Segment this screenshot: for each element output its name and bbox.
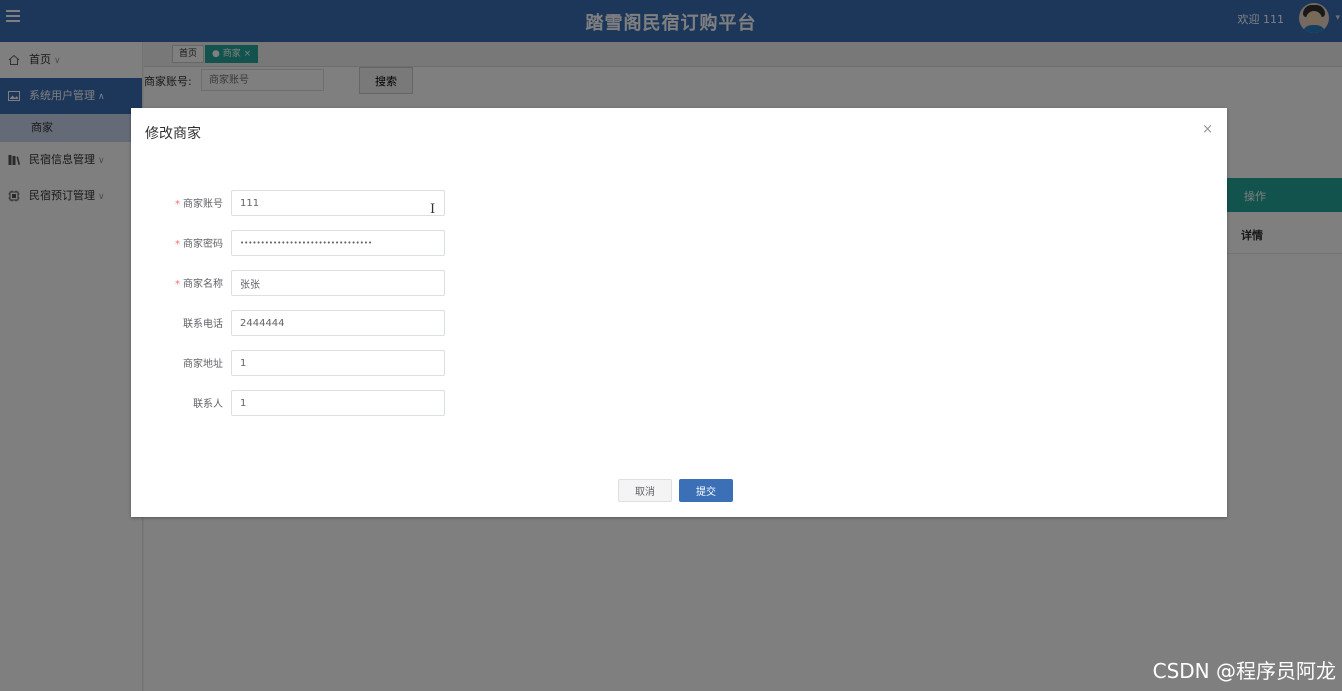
field-label-password: * 商家密码 (175, 239, 223, 250)
contact-phone-input[interactable] (231, 310, 445, 336)
cancel-button[interactable]: 取消 (618, 479, 672, 502)
field-label-account: * 商家账号 (175, 199, 223, 210)
field-label-name: * 商家名称 (175, 279, 223, 290)
merchant-name-input[interactable] (231, 270, 445, 296)
text-cursor-icon: I (430, 202, 436, 217)
merchant-address-input[interactable] (231, 350, 445, 376)
contact-person-input[interactable] (231, 390, 445, 416)
close-icon[interactable]: × (1202, 122, 1213, 137)
field-label-contact: 联系人 (193, 399, 223, 410)
dialog-title: 修改商家 (145, 126, 201, 142)
field-label-phone: 联系电话 (183, 319, 223, 330)
field-label-address: 商家地址 (183, 359, 223, 370)
merchant-account-input[interactable] (231, 190, 445, 216)
merchant-password-input[interactable] (231, 230, 445, 256)
submit-button[interactable]: 提交 (679, 479, 733, 502)
edit-merchant-dialog: 修改商家 × *商家账号 *商家密码 *商家名称 联系电话 商家地址 联系人 I… (131, 108, 1227, 517)
watermark: CSDN @程序员阿龙 (1152, 659, 1336, 683)
